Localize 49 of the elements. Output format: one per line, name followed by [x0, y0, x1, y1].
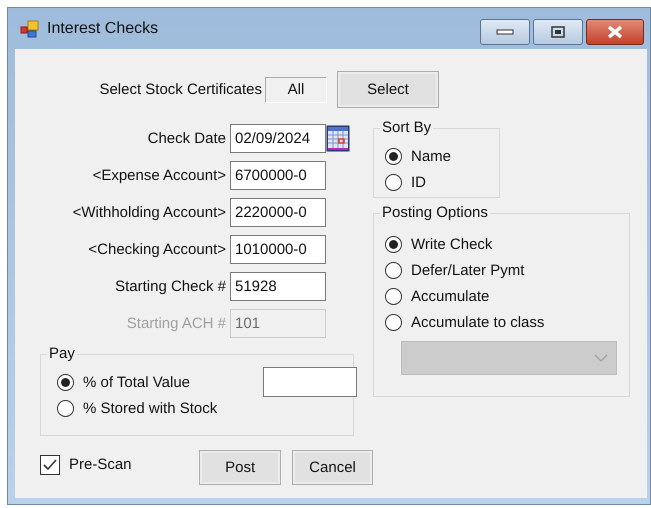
certificates-value: All — [265, 76, 327, 102]
input-field[interactable]: 02/09/2024 — [230, 124, 326, 153]
maximize-button[interactable] — [533, 19, 583, 45]
input-field[interactable]: 1010000-0 — [230, 235, 326, 264]
field-label: Starting Check # — [114, 278, 226, 295]
check-icon — [42, 458, 58, 472]
radio-label: Accumulate — [411, 288, 490, 304]
radio-label: ID — [411, 174, 426, 190]
field-label: Check Date — [146, 130, 226, 147]
field-label: <Checking Account> — [87, 241, 226, 258]
field-label: Select Stock Certificates — [98, 81, 262, 98]
radio-button[interactable] — [385, 148, 402, 164]
radio-button[interactable] — [385, 314, 402, 330]
maximize-icon — [551, 26, 565, 38]
radio-button[interactable] — [57, 374, 74, 390]
radio-label: Write Check — [411, 236, 492, 252]
app-icon — [20, 20, 39, 38]
input-field[interactable]: 6700000-0 — [230, 161, 326, 190]
post-button[interactable]: Post — [199, 450, 282, 485]
radio-button[interactable] — [385, 174, 402, 190]
input-field[interactable]: 51928 — [230, 272, 326, 301]
radio-label: % of Total Value — [83, 374, 190, 390]
field-label: Starting ACH # — [126, 315, 226, 332]
minimize-button[interactable] — [480, 19, 530, 45]
select-button[interactable]: Select — [337, 71, 439, 108]
radio-label: % Stored with Stock — [83, 400, 218, 416]
group-title: Posting Options — [380, 204, 490, 222]
minimize-icon — [496, 29, 514, 35]
group-title: Sort By — [380, 119, 434, 137]
close-icon — [606, 25, 624, 39]
radio-label: Name — [411, 148, 452, 164]
close-button[interactable] — [586, 19, 644, 45]
cancel-button[interactable]: Cancel — [292, 450, 373, 485]
field-label: <Withholding Account> — [72, 204, 226, 221]
calendar-icon[interactable] — [326, 125, 350, 152]
checkbox[interactable] — [40, 454, 60, 474]
input-field[interactable] — [263, 367, 357, 397]
radio-label: Accumulate to class — [411, 314, 544, 330]
radio-label: Defer/Later Pymt — [411, 262, 524, 278]
radio-button[interactable] — [385, 236, 402, 252]
input-field[interactable]: 2220000-0 — [230, 198, 326, 227]
checkbox-label: Pre-Scan — [69, 456, 132, 473]
field-label: <Expense Account> — [92, 167, 226, 184]
radio-button[interactable] — [385, 288, 402, 304]
radio-button[interactable] — [385, 262, 402, 278]
group-title: Pay — [47, 345, 77, 363]
window-title: Interest Checks — [47, 20, 160, 38]
chevron-icon — [594, 354, 608, 362]
radio-button[interactable] — [57, 400, 74, 416]
